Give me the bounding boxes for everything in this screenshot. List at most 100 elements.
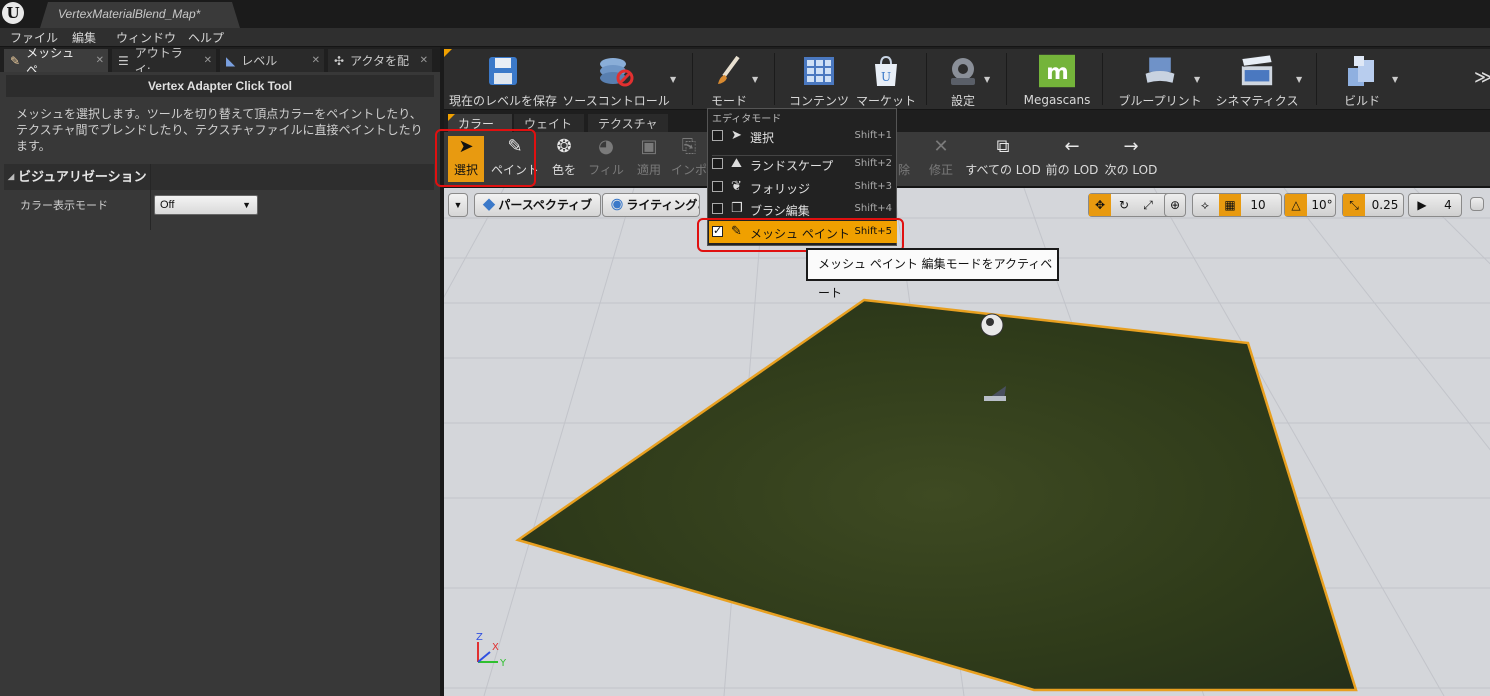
close-icon[interactable]: ✕ (312, 55, 320, 66)
highlight-mesh-paint-mode (697, 218, 904, 252)
mesh-paint-tooltip: メッシュ ペイント 編集モードをアクティベート (806, 248, 1059, 300)
next-lod-button[interactable]: → 次の LOD (1104, 136, 1158, 182)
shortcut: Shift+1 (854, 130, 892, 141)
color-view-mode-combo[interactable]: Off (154, 195, 258, 215)
prev-lod-label: 前の LOD (1045, 163, 1099, 177)
grid-snap-group: ⟡ ▦ 10 (1192, 193, 1282, 217)
settings-gear-icon (945, 53, 981, 88)
svg-text:X: X (492, 642, 499, 653)
blueprints-label: ブループリント (1118, 94, 1202, 108)
close-icon[interactable]: ✕ (96, 55, 104, 66)
document-tab[interactable]: VertexMaterialBlend_Map* (40, 2, 240, 28)
unreal-logo-icon[interactable]: U (2, 2, 24, 24)
property-splitter[interactable] (150, 164, 151, 230)
select-arrow-icon: ➤ (731, 128, 742, 143)
brush-edit-icon: ❒ (731, 201, 743, 216)
category-visualization[interactable]: ビジュアリゼーション (4, 164, 434, 190)
shortcut: Shift+2 (854, 158, 892, 169)
blueprints-dropdown-icon[interactable]: ▼ (1194, 75, 1200, 84)
mode-item-foliage[interactable]: ❦ フォリッジ Shift+3 (709, 176, 897, 198)
apply-button[interactable]: ▣ 適用 (632, 136, 666, 182)
tool-description: メッシュを選択します。ツールを切り替えて頂点カラーをペイントしたり、テクスチャ間… (16, 107, 423, 153)
prev-lod-button[interactable]: ← 前の LOD (1045, 136, 1099, 182)
mode-item-select[interactable]: ➤ 選択 Shift+1 (709, 125, 897, 147)
fix-button[interactable]: ✕ 修正 (926, 136, 956, 182)
grid-snap-icon[interactable]: ▦ (1219, 194, 1241, 216)
scale-icon[interactable]: ⤢ (1137, 194, 1159, 216)
tab-levels[interactable]: ◣ レベル ✕ (220, 49, 324, 72)
rotation-snap-icon[interactable]: △ (1285, 194, 1307, 216)
swap-color-button[interactable]: ❂ 色を (548, 136, 580, 182)
rotation-snap-group: △ 10° (1284, 193, 1336, 217)
scale-snap-value[interactable]: 0.25 (1367, 194, 1403, 216)
source-control-dropdown-icon[interactable]: ▼ (670, 75, 676, 84)
perspective-button[interactable]: ◆ パースペクティブ (474, 193, 602, 217)
tab-place-actors[interactable]: ✣ アクタを配 ✕ (328, 49, 432, 72)
lighting-sphere-icon: ◉ (611, 198, 627, 212)
content-button[interactable]: コンテンツ (784, 49, 854, 109)
shortcut: Shift+3 (854, 181, 892, 192)
rotate-icon[interactable]: ↻ (1113, 194, 1135, 216)
marketplace-bag-icon: U (868, 53, 904, 88)
grid-snap-value[interactable]: 10 (1243, 194, 1273, 216)
tab-texture[interactable]: テクスチャ (588, 114, 668, 132)
megascans-logo-icon: m (1039, 53, 1075, 89)
camera-speed-icon[interactable]: ▶ (1409, 194, 1435, 216)
maximize-viewport-icon[interactable] (1470, 197, 1484, 211)
cinematics-button[interactable]: シネマティクス (1214, 49, 1300, 109)
all-lod-button[interactable]: ⧉ すべての LOD (965, 136, 1040, 182)
modes-dropdown-icon[interactable]: ▼ (752, 75, 758, 84)
save-level-button[interactable]: 現在のレベルを保存 (448, 49, 558, 109)
remove-button[interactable]: 除 (894, 136, 914, 182)
scale-snap-icon[interactable]: ⤡ (1343, 194, 1365, 216)
import-button[interactable]: ⎘ インポ (671, 136, 707, 182)
build-label: ビルド (1343, 94, 1380, 108)
checkbox[interactable] (712, 158, 723, 169)
source-control-button[interactable]: ソースコントロール (562, 49, 670, 109)
checkbox[interactable] (712, 130, 723, 141)
surface-snap-icon[interactable]: ⟡ (1193, 194, 1217, 216)
modes-label: モード (710, 94, 747, 108)
tab-outliner[interactable]: ☰ アウトライ: ✕ (112, 46, 216, 77)
close-icon[interactable]: ✕ (204, 55, 212, 66)
fill-button[interactable]: ◕ フィル (588, 136, 624, 182)
transform-tools-group: ✥ ↻ ⤢ (1088, 193, 1174, 217)
left-panel-tabs: ✎ メッシュ ペ ✕ ☰ アウトライ: ✕ ◣ レベル ✕ ✣ アクタを配 ✕ (0, 46, 440, 77)
marketplace-label: マーケット (855, 94, 916, 108)
blueprint-gamepad-icon (1142, 53, 1178, 88)
globe-icon: ⊕ (1169, 198, 1181, 212)
lighting-mode-button[interactable]: ◉ ライティングあ (602, 193, 700, 217)
save-icon (485, 53, 521, 88)
tab-mesh-paint[interactable]: ✎ メッシュ ペ ✕ (4, 46, 108, 77)
megascans-button[interactable]: m Megascans (1020, 49, 1094, 109)
build-dropdown-icon[interactable]: ▼ (1392, 75, 1398, 84)
mode-item-brush-edit[interactable]: ❒ ブラシ編集 Shift+4 (709, 198, 897, 220)
cinematics-clapper-icon (1239, 53, 1275, 88)
checkbox[interactable] (712, 203, 723, 214)
coordinate-system-button[interactable]: ⊕ (1164, 193, 1186, 217)
separator (774, 53, 775, 105)
mode-item-label: ブラシ編集 (750, 204, 810, 218)
mode-item-landscape[interactable]: ⛰ ランドスケープ Shift+2 (709, 153, 897, 175)
content-browser-icon (801, 53, 837, 88)
build-button[interactable]: ビルド (1330, 49, 1394, 109)
settings-dropdown-icon[interactable]: ▼ (984, 75, 990, 84)
move-arrows-icon[interactable]: ✥ (1089, 194, 1111, 216)
separator (1006, 53, 1007, 105)
camera-speed-value[interactable]: 4 (1437, 194, 1459, 216)
close-icon[interactable]: ✕ (420, 55, 428, 66)
viewport-options-button[interactable]: ▼ (448, 193, 468, 217)
next-lod-label: 次の LOD (1104, 163, 1158, 177)
marketplace-button[interactable]: U マーケット (854, 49, 918, 109)
highlight-select-paint (435, 129, 536, 187)
menu-header: エディタモード (712, 114, 782, 125)
levels-icon: ◣ (226, 53, 236, 68)
modes-button[interactable]: モード (704, 49, 754, 109)
toolbar-overflow-icon[interactable]: ≫ (1474, 67, 1490, 88)
rotation-snap-value[interactable]: 10° (1307, 194, 1337, 216)
cinematics-dropdown-icon[interactable]: ▼ (1296, 75, 1302, 84)
checkbox[interactable] (712, 181, 723, 192)
settings-button[interactable]: 設定 (938, 49, 988, 109)
outliner-icon: ☰ (118, 53, 129, 68)
all-lod-icon: ⧉ (996, 136, 1010, 157)
